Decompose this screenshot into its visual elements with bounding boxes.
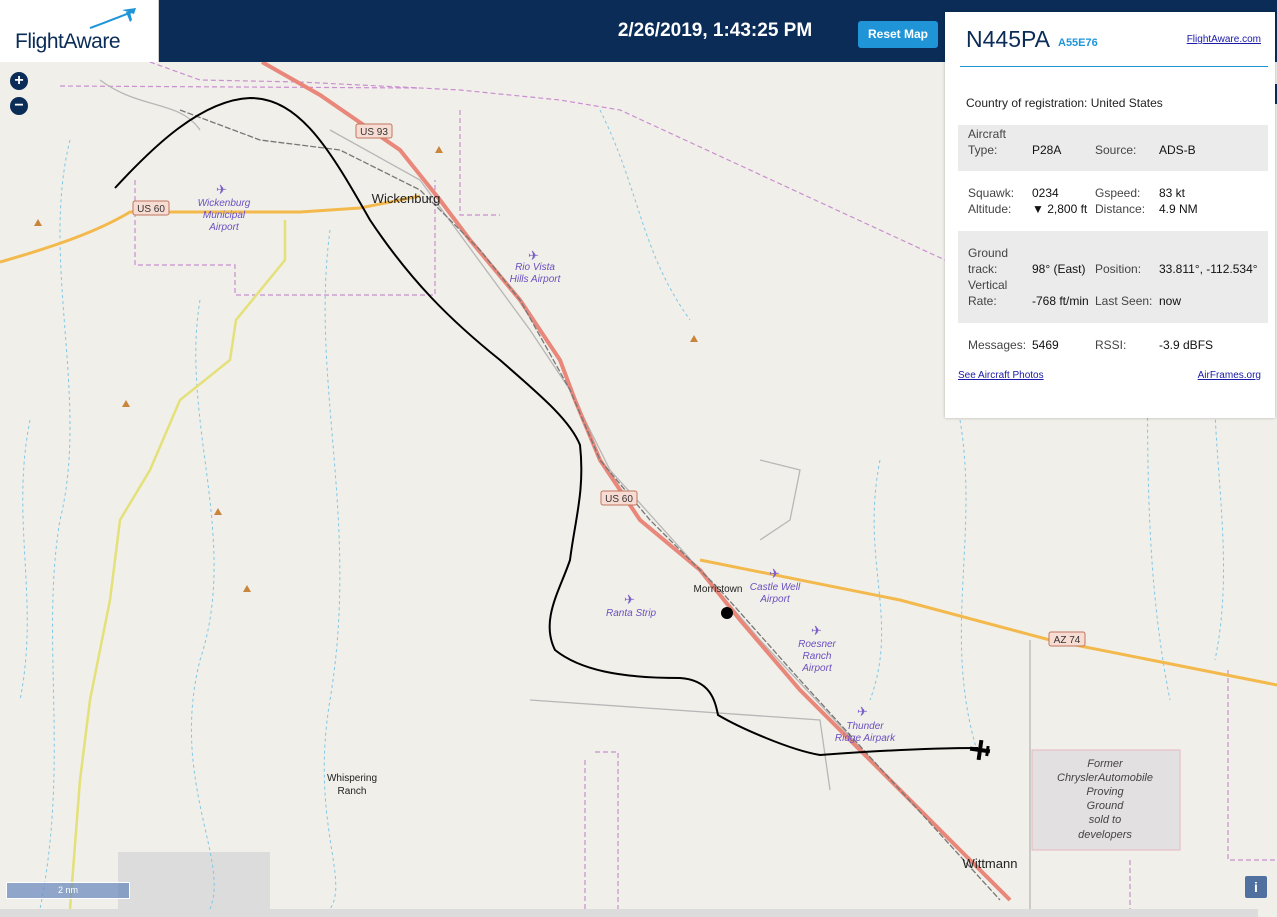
source-label: Source: <box>1095 143 1137 157</box>
vertical-rate-value: -768 ft/min <box>1032 294 1089 308</box>
area-label: developers <box>1078 829 1132 841</box>
town-label: Wickenburg <box>372 191 441 206</box>
vertical-rate-label: Vertical Rate: <box>968 278 1008 308</box>
airport-label: Airport <box>759 594 791 605</box>
airport-label: Hills Airport <box>510 274 562 285</box>
airport-icon: ✈ <box>528 248 539 263</box>
source-value: ADS-B <box>1159 143 1196 157</box>
town-label: Morristown <box>694 584 743 595</box>
divider <box>960 66 1268 67</box>
country-value: United States <box>1090 96 1163 110</box>
country-row: Country of registration: United States <box>966 96 1163 110</box>
messages-value: 5469 <box>1032 338 1059 352</box>
squawk-value: 0234 <box>1032 186 1059 200</box>
last-seen-value: now <box>1159 294 1182 308</box>
logo-text: FlightAware <box>15 30 121 53</box>
airport-icon: ✈ <box>811 623 822 638</box>
rssi-label: RSSI: <box>1095 338 1127 352</box>
airport-icon: ✈ <box>216 182 227 197</box>
airport-icon: ✈ <box>624 592 635 607</box>
highway-shield: US 93 <box>360 127 388 138</box>
highway-shield: AZ 74 <box>1054 635 1081 646</box>
airport-icon: ✈ <box>857 704 868 719</box>
flightaware-link[interactable]: FlightAware.com <box>1187 34 1261 45</box>
zoom-out-button[interactable]: − <box>10 97 28 115</box>
airport-label: Ridge Airpark <box>835 733 896 744</box>
area-label: ChryslerAutomobile <box>1057 772 1153 784</box>
ground-track-label: Ground track: <box>968 246 1009 276</box>
area-label: sold to <box>1089 814 1121 826</box>
aircraft-info-panel: N445PA A55E76 FlightAware.com Country of… <box>945 12 1275 418</box>
airport-label: Wickenburg <box>198 198 251 209</box>
reset-map-button[interactable]: Reset Map <box>858 21 938 48</box>
position-value: 33.811°, -112.534° <box>1159 262 1258 276</box>
airport-label: Thunder <box>846 721 884 732</box>
icao-hex: A55E76 <box>1058 37 1098 49</box>
aircraft-photos-link[interactable]: See Aircraft Photos <box>958 370 1044 381</box>
distance-label: Distance: <box>1095 202 1146 216</box>
position-label: Position: <box>1095 262 1142 276</box>
place-label: Ranch <box>338 786 367 797</box>
area-label: Ground <box>1087 800 1125 812</box>
horizontal-scrollbar[interactable] <box>0 909 1258 917</box>
place-label: Whispering <box>327 773 377 784</box>
receiver-marker[interactable] <box>721 607 733 619</box>
rssi-value: -3.9 dBFS <box>1159 338 1214 352</box>
airport-label: Municipal <box>203 210 246 221</box>
ground-track-value: 98° (East) <box>1032 262 1086 276</box>
attribution-info-button[interactable]: i <box>1245 876 1267 898</box>
logo[interactable]: FlightAware <box>0 0 159 62</box>
highway-shield: US 60 <box>605 494 633 505</box>
country-label: Country of registration: <box>966 96 1088 110</box>
last-seen-label: Last Seen: <box>1095 294 1153 308</box>
altitude-label: Altitude: <box>968 202 1012 216</box>
airport-label: Airport <box>801 663 833 674</box>
distance-value: 4.9 NM <box>1159 202 1198 216</box>
area-label: Proving <box>1086 786 1124 798</box>
highway-shield: US 60 <box>137 204 165 215</box>
aircraft-type-value: P28A <box>1032 143 1062 157</box>
airport-label: Ranch <box>803 651 832 662</box>
scale-bar: 2 nm <box>6 882 130 899</box>
plane-logo-icon <box>89 8 136 29</box>
aircraft-type-label: Aircraft Type: <box>968 127 1007 157</box>
messages-label: Messages: <box>968 338 1027 352</box>
zoom-in-button[interactable]: + <box>10 72 28 90</box>
airframes-link[interactable]: AirFrames.org <box>1198 370 1261 381</box>
airport-label: Airport <box>208 222 240 233</box>
airport-label: Roesner <box>798 639 836 650</box>
squawk-label: Squawk: <box>968 186 1015 200</box>
gspeed-value: 83 kt <box>1159 186 1186 200</box>
town-label: Wittmann <box>963 856 1018 871</box>
gspeed-label: Gspeed: <box>1095 186 1141 200</box>
airport-icon: ✈ <box>769 566 780 581</box>
flight-ident: N445PA <box>966 26 1050 52</box>
airport-label: Ranta Strip <box>606 608 656 619</box>
altitude-value: ▼ 2,800 ft <box>1032 202 1088 216</box>
timestamp: 2/26/2019, 1:43:25 PM <box>617 20 813 41</box>
airport-label: Rio Vista <box>515 262 555 273</box>
airport-label: Castle Well <box>750 582 801 593</box>
area-label: Former <box>1087 758 1124 770</box>
